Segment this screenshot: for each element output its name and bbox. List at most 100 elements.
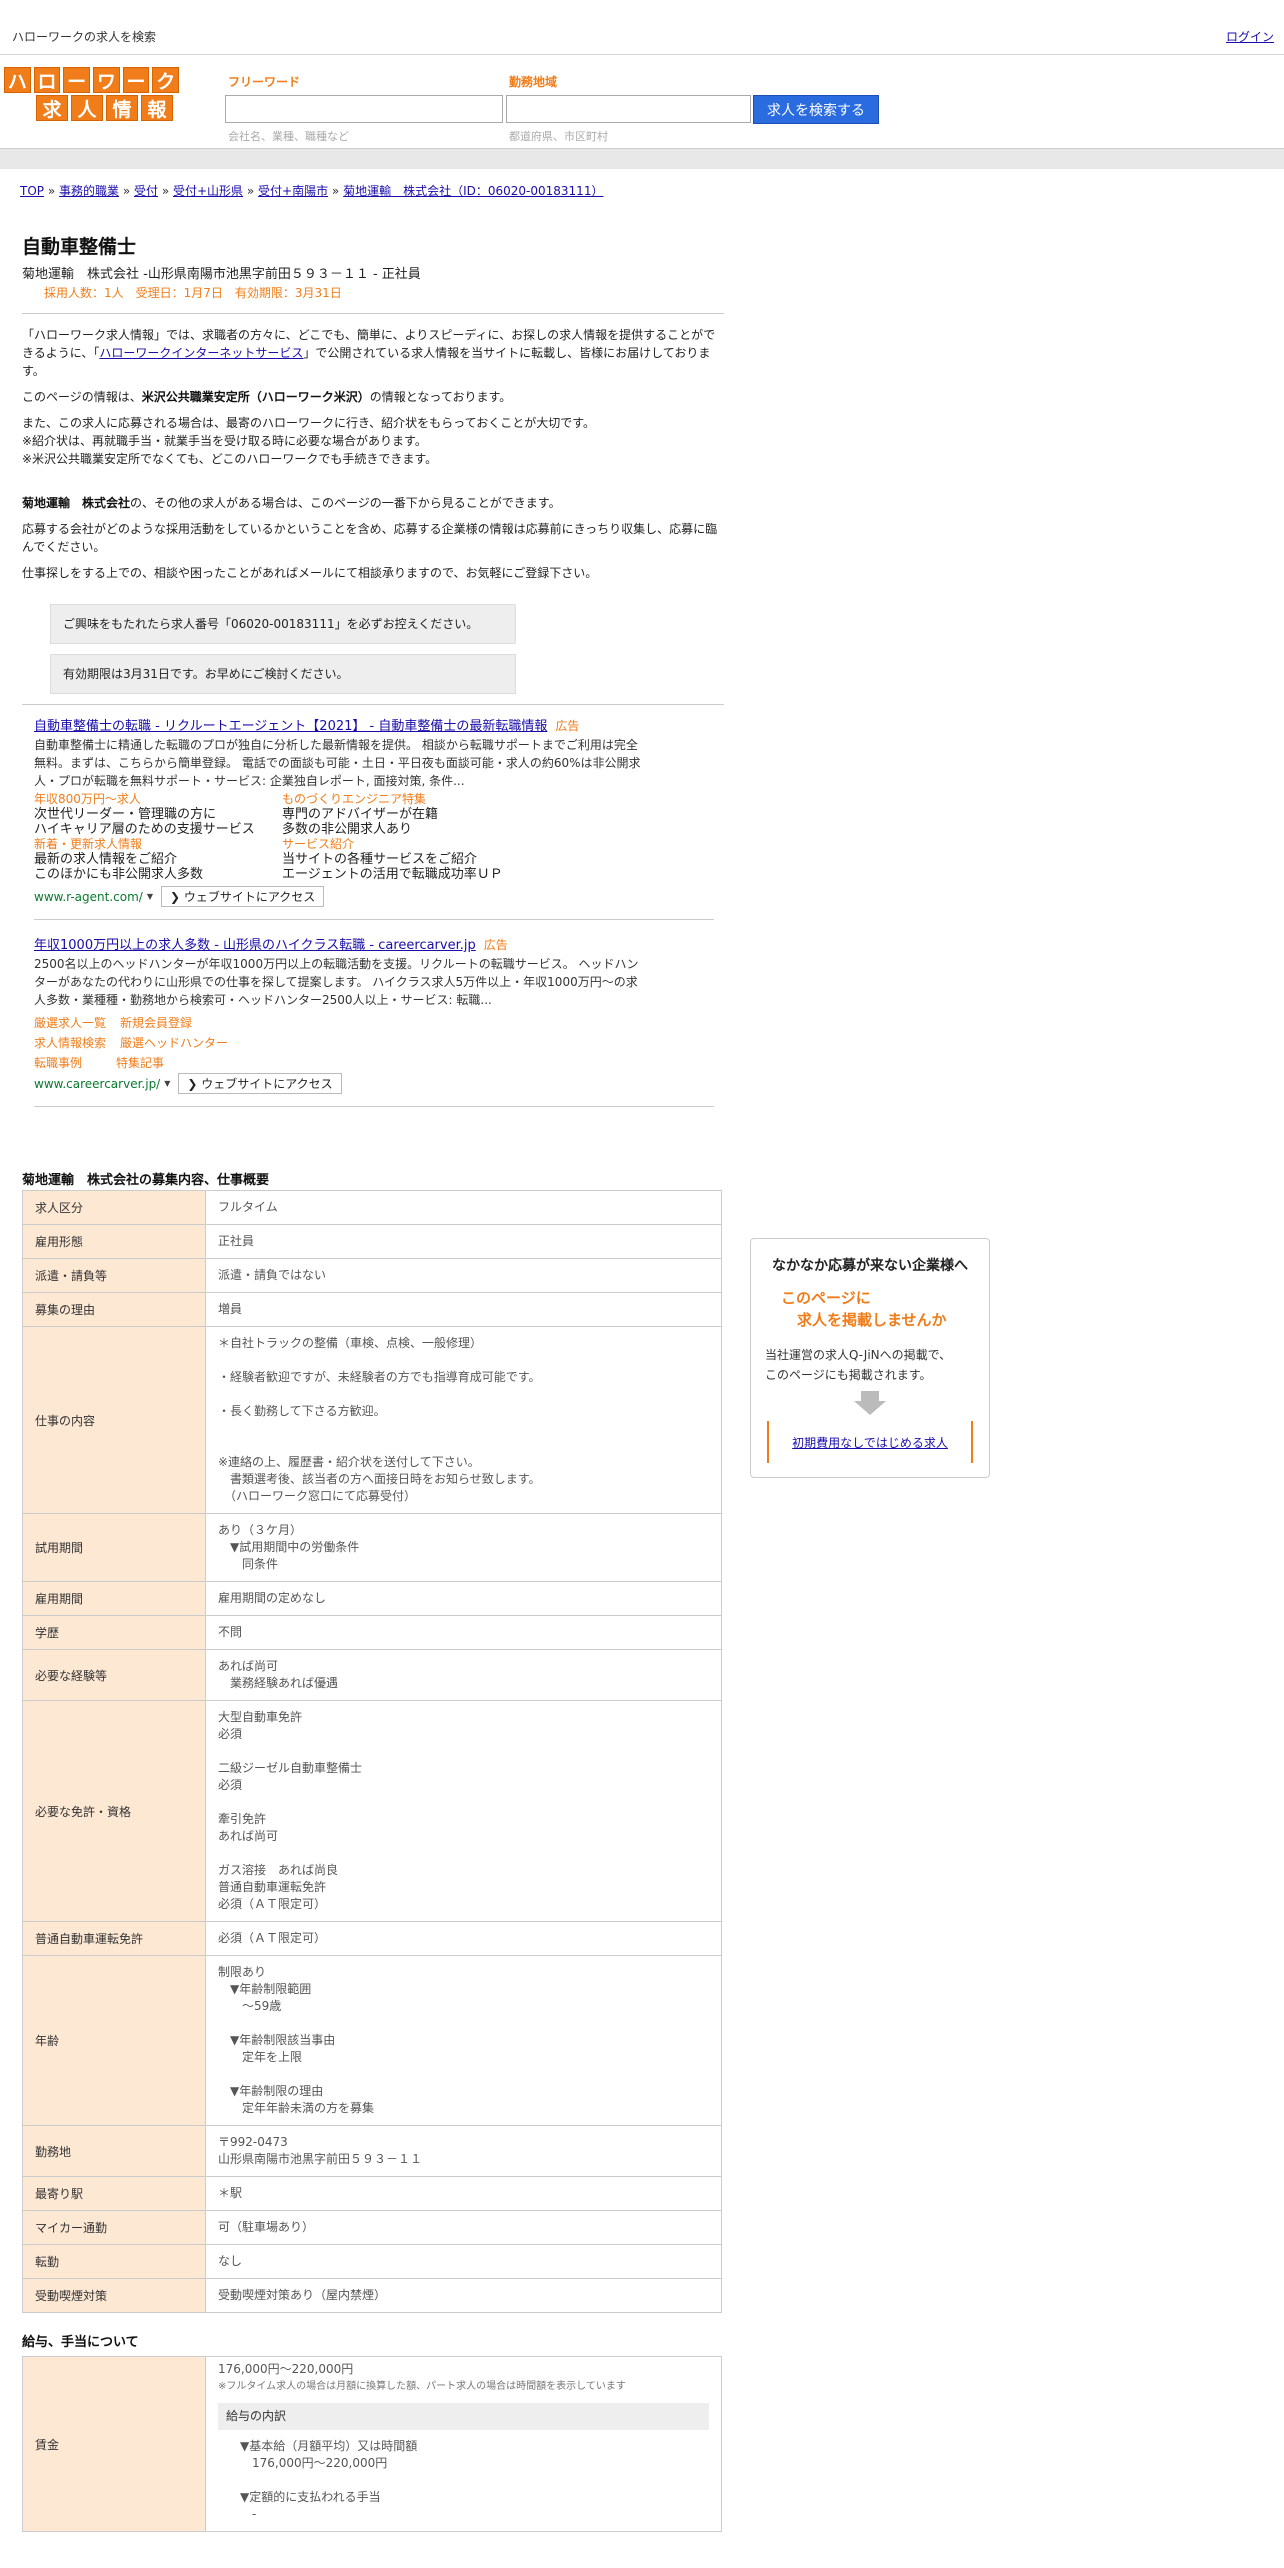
breadcrumb-link[interactable]: 受付	[134, 184, 158, 198]
table-row: 年齢 制限あり ▼年齢制限範囲 ～59歳 ▼年齢制限該当事由 定年を上限 ▼年齢制…	[22, 1955, 722, 2126]
ad-url[interactable]: www.careercarver.jp/	[34, 1077, 160, 1091]
row-value-line: 必須	[218, 1727, 243, 1741]
ad-link[interactable]: 転職事例	[34, 1056, 82, 1070]
ad-sitelink[interactable]: ものづくりエンジニア特集 専門のアドバイザーが在籍 多数の非公開求人あり	[282, 792, 522, 837]
area-input[interactable]	[506, 95, 751, 123]
table-row: 転勤 なし	[22, 2244, 722, 2279]
table-row: 雇用形態 正社員	[22, 1224, 722, 1259]
ad-sitelink[interactable]: 年収800万円～求人 次世代リーダー・管理職の方に ハイキャリア層のための支援サービ…	[34, 792, 282, 837]
other-jobs-text: の、その他の求人がある場合は、このページの一番下から見ることができます。	[130, 496, 561, 510]
table-row: 賃金 176,000円〜220,000円 ※フルタイム求人の場合は月額に換算した…	[22, 2356, 722, 2532]
ad-sitelink[interactable]: サービス紹介 当サイトの各種サービスをご紹介 エージェントの活用で転職成功率ＵＰ	[282, 837, 522, 882]
visit-website-button[interactable]: ❯ ウェブサイトにアクセス	[178, 1073, 342, 1094]
row-value-line: ▼年齢制限の理由	[218, 2084, 324, 2098]
row-value: 増員	[205, 1292, 722, 1327]
chevron-down-icon[interactable]: ▼	[164, 1079, 170, 1088]
salary-range: 176,000円〜220,000円	[218, 2362, 354, 2376]
logo-tile[interactable]: 報	[141, 95, 173, 121]
ad-url[interactable]: www.r-agent.com/	[34, 890, 143, 904]
ad-badge: 広告	[555, 719, 580, 733]
table-row: 必要な免許・資格 大型自動車免許 必須 二級ジーゼル自動車整備士 必須 牽引免許 あれば尚可…	[22, 1700, 722, 1922]
row-value: 必須（ＡＴ限定可）	[205, 1921, 722, 1956]
logo-tile[interactable]: ロ	[33, 67, 61, 93]
breadcrumb-link[interactable]: TOP	[20, 184, 44, 198]
logo-tile[interactable]: ー	[122, 67, 150, 93]
salary-item: ▼定額的に支払われる手当	[240, 2490, 381, 2504]
logo-tile[interactable]: 人	[71, 95, 103, 121]
salary-breakdown-title: 給与の内訳	[218, 2403, 709, 2430]
application-note: ※紹介状は、再就職手当・就業手当を受け取る時に必要な場合があります。	[22, 434, 427, 448]
chevron-down-icon[interactable]: ▼	[147, 892, 153, 901]
row-value-line: 雇用期間の定めなし	[218, 1591, 327, 1605]
row-value-line: 増員	[218, 1302, 243, 1316]
ad-sitelink-text: ハイキャリア層のための支援サービス	[34, 822, 255, 837]
ad-link[interactable]: 特集記事	[116, 1056, 164, 1070]
ad-title-link[interactable]: 年収1000万円以上の求人多数 - 山形県のハイクラス転職 - careerca…	[34, 938, 476, 953]
row-value-line: ～59歳	[218, 1999, 282, 2013]
row-value: 不問	[205, 1615, 722, 1650]
ad-description: 自動車整備士に精通した転職のプロが独自に分析した最新情報を提供。 相談から転職サ…	[34, 738, 641, 788]
row-value: ＊自社トラックの整備（車検、点検、一般修理） ・経験者歓迎ですが、未経験者の方でも…	[205, 1326, 722, 1514]
ad-link[interactable]: 求人情報検索	[34, 1036, 106, 1050]
breadcrumb-separator: »	[328, 184, 344, 198]
breadcrumb-link[interactable]: 受付+山形県	[173, 184, 243, 198]
search-button[interactable]: 求人を検索する	[753, 95, 879, 124]
row-value-line: 受動喫煙対策あり（屋内禁煙）	[218, 2288, 387, 2302]
ad-link[interactable]: 厳選ヘッドハンター	[120, 1036, 228, 1050]
row-value-line: ・経験者歓迎ですが、未経験者の方でも指導育成可能です。	[218, 1370, 541, 1384]
ad-sitelink-text: 専門のアドバイザーが在籍	[282, 807, 439, 822]
row-value-line: あれば尚可	[218, 1659, 279, 1673]
row-value: 176,000円〜220,000円 ※フルタイム求人の場合は月額に換算した額、パ…	[205, 2356, 722, 2532]
logo-tile[interactable]: ハ	[4, 67, 31, 93]
details-title: 菊地運輸 株式会社の募集内容、仕事概要	[22, 1173, 270, 1188]
ad-sitelink[interactable]: 新着・更新求人情報 最新の求人情報をご紹介 このほかにも非公開求人多数	[34, 837, 282, 882]
ad-sitelink-head[interactable]: ものづくりエンジニア特集	[282, 792, 522, 807]
table-row: 募集の理由 増員	[22, 1292, 722, 1327]
advertise-headline-line: このページに	[781, 1289, 871, 1307]
ad-link[interactable]: 新規会員登録	[120, 1016, 192, 1030]
ad-sitelink-head[interactable]: 年収800万円～求人	[34, 792, 282, 807]
row-value-line: 〒992-0473	[218, 2135, 288, 2149]
row-label: 最寄り駅	[22, 2176, 206, 2211]
breadcrumb-link[interactable]: 事務的職業	[59, 184, 119, 198]
source-office: 米沢公共職業安定所（ハローワーク米沢）	[141, 390, 370, 404]
advertise-cta-link[interactable]: 初期費用なしではじめる求人	[792, 1434, 948, 1451]
row-value: 制限あり ▼年齢制限範囲 ～59歳 ▼年齢制限該当事由 定年を上限 ▼年齢制限の…	[205, 1955, 722, 2126]
advertise-title: なかなか応募が来ない企業様へ	[772, 1258, 968, 1274]
logo-tile[interactable]: 情	[106, 95, 138, 121]
row-value-line: ・長く勤務して下さる方歓迎。	[218, 1404, 386, 1418]
ad-sitelink-head[interactable]: サービス紹介	[282, 837, 522, 852]
table-row: 最寄り駅 ＊駅	[22, 2176, 722, 2211]
table-row: 普通自動車運転免許 必須（ＡＴ限定可）	[22, 1921, 722, 1956]
source-text: このページの情報は、	[22, 390, 142, 404]
advertise-cta[interactable]: 初期費用なしではじめる求人	[767, 1421, 973, 1463]
breadcrumb-link[interactable]: 受付+南陽市	[258, 184, 328, 198]
row-value: ＊駅	[205, 2176, 722, 2211]
hellowork-internet-link[interactable]: ハローワークインターネットサービス	[99, 346, 303, 360]
visit-website-button[interactable]: ❯ ウェブサイトにアクセス	[160, 886, 325, 907]
logo-tile[interactable]: ワ	[93, 67, 120, 93]
site-title: ハローワークの求人を検索	[12, 30, 157, 44]
breadcrumb-link[interactable]: 菊地運輸 株式会社（ID：06020-00183111）	[343, 184, 603, 198]
ad-link[interactable]: 厳選求人一覧	[34, 1016, 106, 1030]
logo-tile[interactable]: 求	[36, 95, 68, 121]
freeword-input[interactable]	[225, 95, 503, 123]
logo-tile[interactable]: ー	[63, 67, 91, 93]
logo[interactable]: ハローワーク 求人情報	[4, 67, 182, 123]
ad-sitelink-head[interactable]: 新着・更新求人情報	[34, 837, 282, 852]
details-table: 求人区分 フルタイム 雇用形態 正社員 派遣・請負等 派遣・請負ではない 募集の理由 増員 仕事…	[22, 1190, 722, 2313]
breadcrumb-separator: »	[243, 184, 259, 198]
ad-unit: 年収1000万円以上の求人多数 - 山形県のハイクラス転職 - careerca…	[34, 920, 714, 1107]
logo-tile[interactable]: ク	[152, 67, 180, 93]
login-link[interactable]: ログイン	[1226, 28, 1274, 45]
ad-title-link[interactable]: 自動車整備士の転職 - リクルートエージェント【2021】 - 自動車整備士の最…	[34, 719, 547, 734]
table-row: 試用期間 あり（３ケ月） ▼試用期間中の労働条件 同条件	[22, 1513, 722, 1582]
row-label: 試用期間	[22, 1513, 206, 1582]
row-value-line: ※連絡の上、履歴書・紹介状を送付して下さい。	[218, 1455, 480, 1469]
advertise-body-line: このページにも掲載されます。	[765, 1368, 932, 1382]
job-title: 自動車整備士	[22, 236, 137, 258]
